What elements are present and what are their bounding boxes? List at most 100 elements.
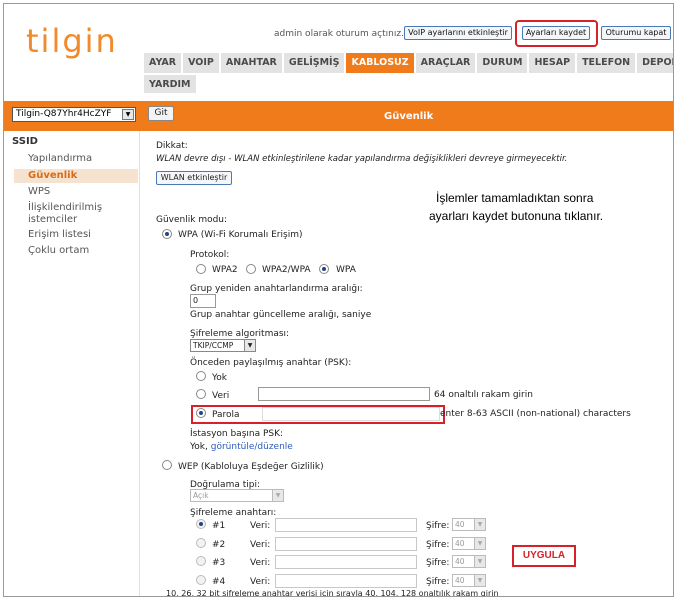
chevron-down-icon: ▼ — [474, 575, 485, 586]
key-3-radio[interactable] — [196, 556, 206, 566]
warning-text: WLAN devre dışı - WLAN etkinleştirilene … — [156, 154, 568, 164]
wep-radio[interactable] — [162, 460, 172, 470]
key-1-cipher-value: 40 — [455, 520, 465, 529]
key-2-data-label: Veri: — [250, 540, 271, 550]
station-psk-label: İstasyon başına PSK: — [190, 429, 284, 439]
sidebar-title: SSID — [12, 136, 38, 147]
key-2-id: #2 — [212, 540, 226, 550]
sidebar-item-wps[interactable]: WPS — [28, 186, 50, 197]
key-1-data-input[interactable] — [275, 518, 417, 532]
key-2-data-input[interactable] — [275, 537, 417, 551]
rekey-label: Grup yeniden anahtarlandırma aralığı: — [190, 284, 363, 294]
header: tilgin admin olarak oturum açtınız. VoIP… — [4, 4, 673, 101]
main-menu: AYAR VOIP ANAHTAR GELİŞMİŞ KABLOSUZ ARAÇLAR DU… — [144, 53, 673, 95]
cipher-select[interactable]: TKIP/CCMP ▼ — [190, 339, 256, 352]
station-psk-value: Yok, — [190, 442, 208, 452]
sidebar-item-configuration[interactable]: Yapılandırma — [28, 153, 92, 164]
chevron-down-icon: ▼ — [122, 109, 134, 120]
protocol-wpa-radio[interactable] — [319, 264, 329, 274]
tab-ayar[interactable]: AYAR — [144, 53, 184, 75]
key-4-data-input[interactable] — [275, 574, 417, 588]
tab-geli̇şmi̇ş[interactable]: GELİŞMİŞ — [283, 53, 347, 75]
psk-passphrase-radio[interactable] — [196, 408, 206, 418]
tab-araçlar[interactable]: ARAÇLAR — [415, 53, 478, 75]
cipher-label: Şifreleme algoritması: — [190, 329, 290, 339]
protocol-wpa2-label: WPA2 — [212, 265, 238, 275]
chevron-down-icon: ▼ — [474, 519, 485, 530]
key-4-cipher-label: Şifre: — [426, 577, 450, 587]
warning-title: Dikkat: — [156, 141, 188, 151]
key-3-data-label: Veri: — [250, 558, 271, 568]
chevron-down-icon: ▼ — [244, 340, 255, 351]
key-1-data-label: Veri: — [250, 521, 271, 531]
voip-enable-button[interactable]: VoIP ayarlarını etkinleştir — [404, 26, 512, 40]
key-2-cipher-label: Şifre: — [426, 540, 450, 550]
key-1-cipher-select[interactable]: 40 ▼ — [452, 518, 486, 531]
save-highlight-box — [515, 20, 598, 47]
protocol-wpa2wpa-radio[interactable] — [246, 264, 256, 274]
key-3-cipher-value: 40 — [455, 557, 465, 566]
menu-row: AYAR VOIP ANAHTAR GELİŞMİŞ KABLOSUZ ARAÇLAR DU… — [144, 53, 673, 75]
key-2-cipher-select[interactable]: 40 ▼ — [452, 537, 486, 550]
annotation-line1: İşlemler tamamladıktan sonra — [436, 191, 594, 205]
ssid-bar: Tilgin-Q87Yhr4HcZYF ▼ Git Güvenlik — [4, 101, 673, 131]
router-window: tilgin admin olarak oturum açtınız. VoIP… — [3, 3, 674, 597]
annotation-line2: ayarları kaydet butonuna tıklanır. — [429, 209, 604, 223]
station-psk-edit-link[interactable]: görüntüle/düzenle — [211, 442, 293, 452]
key-4-id: #4 — [212, 577, 226, 587]
tab-yardim[interactable]: YARDIM — [144, 75, 198, 95]
encryption-keys-label: Şifreleme anahtarı: — [190, 508, 277, 518]
key-2-cipher-value: 40 — [455, 539, 465, 548]
protocol-label: Protokol: — [190, 250, 230, 260]
sidebar: SSID Yapılandırma Güvenlik WPS İlişkilen… — [4, 131, 140, 596]
footer-hint: 10, 26, 32 bit şifreleme anahtar verisi … — [166, 589, 499, 597]
auth-type-value: Açık — [193, 491, 209, 500]
chevron-down-icon: ▼ — [272, 490, 283, 501]
tab-durum[interactable]: DURUM — [477, 53, 530, 75]
key-2-radio[interactable] — [196, 538, 206, 548]
ssid-selected-value: Tilgin-Q87Yhr4HcZYF — [16, 109, 112, 119]
cipher-selected-value: TKIP/CCMP — [193, 341, 234, 350]
psk-hex-input[interactable] — [258, 387, 430, 401]
tab-depolama[interactable]: DEPOLAMA — [637, 53, 673, 75]
tab-telefon[interactable]: TELEFON — [577, 53, 638, 75]
tab-hesap[interactable]: HESAP — [529, 53, 578, 75]
sidebar-item-multimedia[interactable]: Çoklu ortam — [28, 245, 89, 256]
key-3-data-input[interactable] — [275, 555, 417, 569]
ssid-select[interactable]: Tilgin-Q87Yhr4HcZYF ▼ — [12, 107, 136, 122]
sidebar-item-access-list[interactable]: Erişim listesi — [28, 229, 91, 240]
chevron-down-icon: ▼ — [474, 556, 485, 567]
auth-type-select[interactable]: Açık ▼ — [190, 489, 284, 502]
wpa-label: WPA (Wi-Fi Korumalı Erişim) — [178, 230, 303, 240]
key-3-id: #3 — [212, 558, 226, 568]
wpa-radio[interactable] — [162, 229, 172, 239]
tab-anahtar[interactable]: ANAHTAR — [220, 53, 284, 75]
security-panel: Dikkat: WLAN devre dışı - WLAN etkinleşt… — [144, 131, 673, 597]
station-psk-row: Yok, görüntüle/düzenle — [190, 442, 293, 452]
wlan-enable-button[interactable]: WLAN etkinleştir — [156, 171, 232, 185]
protocol-wpa2-radio[interactable] — [196, 264, 206, 274]
key-1-radio[interactable] — [196, 519, 206, 529]
tab-kablosuz[interactable]: KABLOSUZ — [346, 53, 416, 75]
rekey-hint: Grup anahtar güncelleme aralığı, saniye — [190, 310, 372, 320]
apply-button[interactable]: UYGULA — [512, 545, 576, 567]
psk-none-radio[interactable] — [196, 371, 206, 381]
psk-passphrase-label: Parola — [212, 410, 240, 420]
go-button[interactable]: Git — [148, 106, 174, 121]
sidebar-item-security[interactable]: Güvenlik — [14, 169, 138, 183]
tab-voip[interactable]: VOIP — [183, 53, 221, 75]
sidebar-item-associated-clients[interactable]: İlişkilendirilmiş istemciler — [28, 202, 128, 226]
security-mode-label: Güvenlik modu: — [156, 215, 228, 225]
key-4-cipher-select[interactable]: 40 ▼ — [452, 574, 486, 587]
key-3-cipher-label: Şifre: — [426, 558, 450, 568]
psk-passphrase-hint: enter 8-63 ASCII (non-national) characte… — [440, 409, 631, 419]
rekey-input[interactable]: 0 — [190, 294, 216, 308]
key-3-cipher-select[interactable]: 40 ▼ — [452, 555, 486, 568]
wep-label: WEP (Kabloluya Eşdeğer Gizlilik) — [178, 462, 324, 472]
psk-hex-radio[interactable] — [196, 389, 206, 399]
logout-button[interactable]: Oturumu kapat — [601, 26, 671, 40]
chevron-down-icon: ▼ — [474, 538, 485, 549]
key-4-cipher-value: 40 — [455, 576, 465, 585]
key-4-radio[interactable] — [196, 575, 206, 585]
psk-passphrase-input[interactable] — [262, 407, 440, 421]
